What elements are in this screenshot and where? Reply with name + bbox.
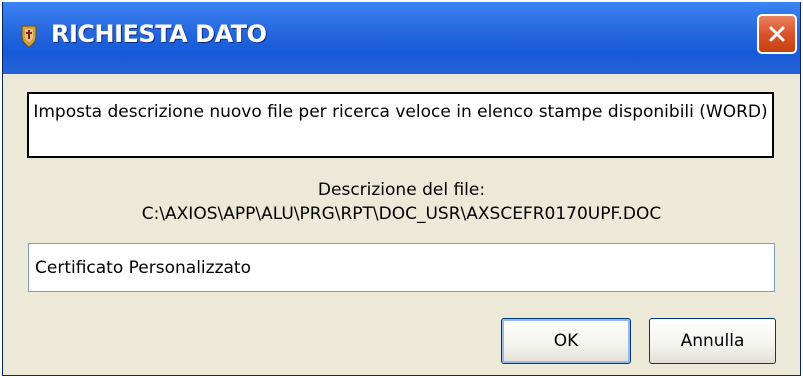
close-icon <box>769 26 785 42</box>
description-input[interactable] <box>28 243 775 292</box>
dialog-window: RICHIESTA DATO Imposta descrizione nuovo… <box>2 2 801 376</box>
file-path: C:\AXIOS\APP\ALU\PRG\RPT\DOC_USR\AXSCEFR… <box>141 204 662 224</box>
title-bar[interactable]: RICHIESTA DATO <box>3 2 800 74</box>
ok-button[interactable]: OK <box>501 318 631 364</box>
cancel-button[interactable]: Annulla <box>649 318 776 364</box>
close-button[interactable] <box>757 14 797 54</box>
file-description-label: Descrizione del file: <box>317 180 486 200</box>
message-box: Imposta descrizione nuovo file per ricer… <box>27 92 774 158</box>
app-icon <box>19 24 39 48</box>
window-title: RICHIESTA DATO <box>51 20 267 48</box>
